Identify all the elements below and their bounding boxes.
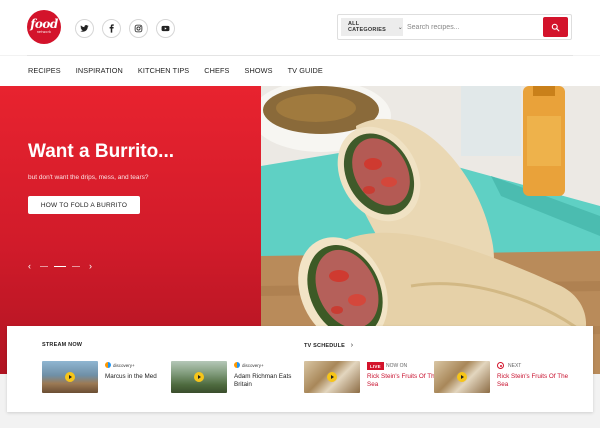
stream-now-heading: STREAM NOW	[42, 342, 83, 348]
main-nav: RECIPES INSPIRATION KITCHEN TIPS CHEFS S…	[0, 56, 600, 86]
youtube-icon[interactable]	[156, 19, 175, 38]
next-label: NEXT	[508, 363, 522, 369]
search-input[interactable]	[407, 19, 537, 35]
hero-title: Want a Burrito...	[28, 141, 175, 162]
hero-cta-button[interactable]: HOW TO FOLD A BURRITO	[28, 196, 140, 214]
play-icon	[327, 372, 337, 382]
schedule-title: Rick Stein's Fruits Of The Sea	[367, 373, 439, 388]
schedule-thumbnail	[304, 361, 360, 393]
play-icon	[457, 372, 467, 382]
nav-item-chefs[interactable]: CHEFS	[204, 66, 229, 75]
stream-schedule-card: STREAM NOW TV SCHEDULE › discovery+ Marc…	[7, 326, 593, 412]
stream-title: Adam Richman Eats Britain	[234, 373, 292, 388]
schedule-title: Rick Stein's Fruits Of The Sea	[497, 373, 569, 388]
nav-item-kitchen-tips[interactable]: KITCHEN TIPS	[138, 66, 189, 75]
instagram-icon[interactable]	[129, 19, 148, 38]
discovery-plus-badge: discovery+	[234, 362, 264, 368]
chevron-right-icon: ›	[350, 342, 354, 349]
chevron-right-icon[interactable]: ›	[89, 262, 92, 271]
live-badge: LIVE	[367, 362, 384, 370]
food-network-logo[interactable]: food network	[27, 10, 61, 44]
tv-schedule-heading-label: TV SCHEDULE	[304, 343, 346, 349]
carousel-dot[interactable]	[72, 265, 80, 268]
twitter-icon[interactable]	[75, 19, 94, 38]
chevron-down-icon: ⌄	[397, 24, 403, 31]
category-dropdown-label: ALL CATEGORIES	[348, 21, 386, 33]
now-on-label: NOW ON	[386, 363, 408, 369]
search-icon	[551, 23, 560, 31]
logo-subtext: network	[36, 30, 52, 34]
hero-subtitle: but don't want the drips, mess, and tear…	[28, 174, 149, 181]
discovery-icon	[234, 362, 240, 368]
schedule-thumbnail	[434, 361, 490, 393]
nav-item-inspiration[interactable]: INSPIRATION	[76, 66, 123, 75]
stream-thumbnail	[42, 361, 98, 393]
discovery-plus-badge: discovery+	[105, 362, 135, 368]
search-button[interactable]	[543, 17, 568, 37]
play-icon	[194, 372, 204, 382]
stream-title: Marcus in the Med	[105, 373, 157, 380]
tv-schedule-heading[interactable]: TV SCHEDULE ›	[304, 342, 353, 349]
logo-wordmark: food	[30, 17, 58, 31]
search-bar: ALL CATEGORIES ⌄	[337, 14, 572, 40]
play-icon	[65, 372, 75, 382]
chevron-left-icon[interactable]: ‹	[28, 262, 31, 271]
discovery-icon	[105, 362, 111, 368]
nav-item-shows[interactable]: SHOWS	[245, 66, 273, 75]
carousel-pager: ‹ ›	[28, 262, 92, 271]
facebook-icon[interactable]	[102, 19, 121, 38]
next-icon	[497, 362, 504, 369]
social-links	[75, 19, 175, 38]
carousel-dot[interactable]	[40, 265, 48, 268]
carousel-dots	[37, 265, 83, 268]
nav-item-tv-guide[interactable]: TV GUIDE	[288, 66, 323, 75]
stream-thumbnail	[171, 361, 227, 393]
site-header: food network ALL CATEGORIES ⌄	[0, 0, 600, 55]
carousel-dot[interactable]	[54, 265, 66, 268]
category-dropdown[interactable]: ALL CATEGORIES ⌄	[341, 18, 403, 36]
nav-item-recipes[interactable]: RECIPES	[28, 66, 61, 75]
